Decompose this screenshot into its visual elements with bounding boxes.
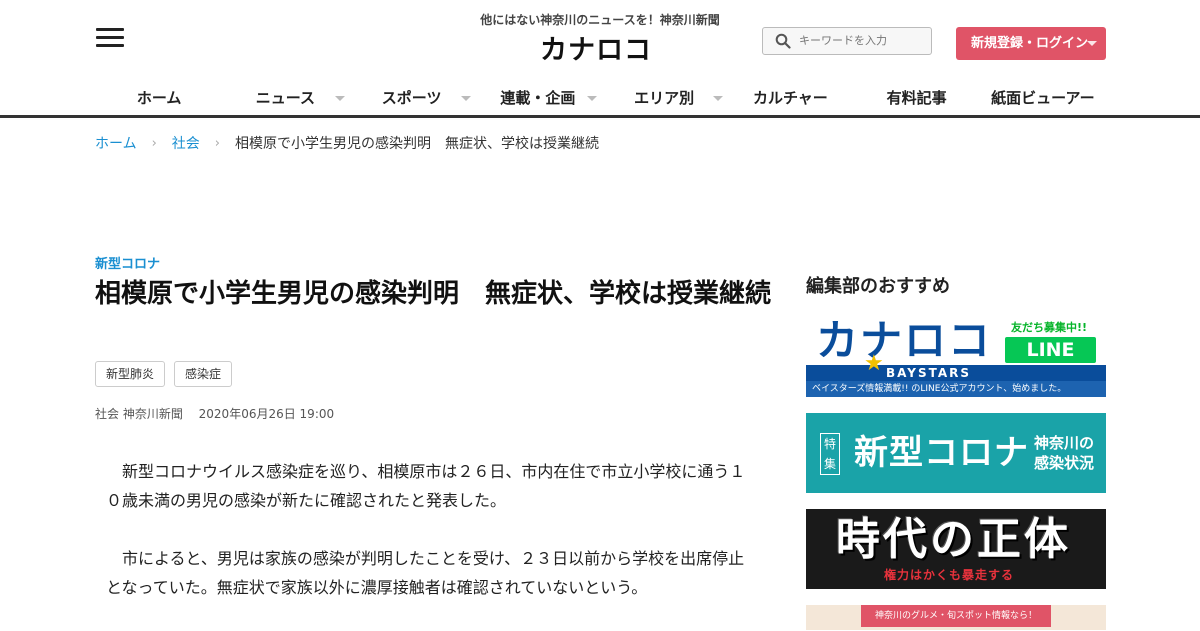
article-tags: 新型肺炎 感染症: [95, 361, 233, 387]
search-icon[interactable]: [775, 33, 791, 49]
tag-infection[interactable]: 感染症: [174, 361, 233, 387]
article-paragraph: 新型コロナウイルス感染症を巡り、相模原市は２６日、市内在住で市立小学校に通う１０…: [106, 462, 746, 510]
banner-kanaloco-logo: カナロコ: [816, 317, 993, 365]
article-title: 相模原で小学生男児の感染判明 無症状、学校は授業継続: [95, 279, 772, 309]
article-date: 2020年06月26日 19:00: [198, 407, 335, 421]
banner-jidai-sub: 権力はかくも暴走する: [884, 568, 1015, 582]
banner-gourmet-strip: 神奈川のグルメ・旬スポット情報なら！: [861, 605, 1051, 627]
banner-friend-text: 友だち募集中!!: [1011, 321, 1088, 334]
nav-item-area[interactable]: エリア別: [601, 80, 727, 116]
banner-jidai-title: 時代の正体: [836, 514, 1071, 565]
chevron-right-icon: ›: [214, 135, 220, 151]
banner-baystars-text: BAYSTARS: [886, 366, 972, 380]
nav-label: エリア別: [634, 89, 695, 107]
nav-label: ニュース: [255, 89, 315, 107]
nav-label: スポーツ: [381, 89, 442, 107]
chevron-down-icon: [1087, 41, 1097, 46]
feature-badge: 特集: [820, 433, 840, 475]
login-button[interactable]: 新規登録・ログイン: [956, 27, 1106, 60]
sidebar-heading: 編集部のおすすめ: [806, 276, 950, 297]
nav-item-series[interactable]: 連載・企画: [475, 80, 601, 116]
nav-item-home[interactable]: ホーム: [96, 80, 222, 116]
nav-item-viewer[interactable]: 紙面ビューアー: [980, 80, 1106, 116]
nav-item-paid[interactable]: 有料記事: [854, 80, 980, 116]
login-button-label: 新規登録・ログイン: [971, 36, 1089, 51]
site-header: 他にはない神奈川のニュースを！神奈川新聞 カナロコ 新規登録・ログイン ホーム …: [0, 0, 1200, 118]
banner-corona-title: 新型コロナ: [854, 433, 1029, 473]
banner-corona[interactable]: 特集 新型コロナ 神奈川の 感染状況: [806, 413, 1106, 493]
article-section: 社会 神奈川新聞: [95, 407, 183, 421]
main-nav: ホーム ニュース スポーツ 連載・企画 エリア別 カルチャー 有料記事 紙面ビュ…: [96, 80, 1106, 116]
article-category[interactable]: 新型コロナ: [95, 253, 160, 272]
dropdown-icon: [460, 96, 471, 101]
breadcrumb-section[interactable]: 社会: [172, 133, 200, 153]
nav-label: 紙面ビューアー: [991, 89, 1095, 107]
chevron-right-icon: ›: [151, 135, 157, 151]
search-input[interactable]: [799, 32, 925, 50]
nav-label: カルチャー: [752, 89, 828, 107]
nav-label: ホーム: [136, 89, 182, 107]
nav-label: 連載・企画: [500, 89, 576, 107]
nav-label: 有料記事: [886, 89, 947, 107]
hamburger-menu-icon[interactable]: [96, 28, 124, 52]
banner-baystars-line[interactable]: カナロコ ★ BAYSTARS 友だち募集中!! LINE ベイスターズ情報満載…: [806, 317, 1106, 397]
breadcrumb-home[interactable]: ホーム: [95, 133, 137, 153]
nav-item-sports[interactable]: スポーツ: [349, 80, 475, 116]
dropdown-icon: [587, 96, 597, 101]
banner-gourmet[interactable]: 神奈川のグルメ・旬スポット情報なら！: [806, 605, 1106, 630]
banner-corona-sub-2: 感染状況: [1034, 454, 1095, 472]
banner-corona-sub: 神奈川の 感染状況: [1034, 433, 1094, 473]
star-icon: ★: [864, 351, 884, 376]
nav-item-culture[interactable]: カルチャー: [727, 80, 853, 116]
banner-jidai-no-shotai[interactable]: 時代の正体 権力はかくも暴走する: [806, 509, 1106, 589]
article-body: 新型コロナウイルス感染症を巡り、相模原市は２６日、市内在住で市立小学校に通う１０…: [106, 457, 754, 631]
article-meta: 社会 神奈川新聞 2020年06月26日 19:00: [95, 405, 346, 422]
banner-strip-text: ベイスターズ情報満載!! のLINE公式アカウント、始めました。: [812, 384, 1067, 394]
dropdown-icon: [713, 96, 724, 101]
breadcrumb: ホーム › 社会 › 相模原で小学生男児の感染判明 無症状、学校は授業継続: [95, 133, 599, 153]
breadcrumb-current: 相模原で小学生男児の感染判明 無症状、学校は授業継続: [235, 136, 599, 152]
search-box[interactable]: [762, 27, 932, 55]
banner-corona-sub-1: 神奈川の: [1034, 434, 1095, 452]
nav-item-news[interactable]: ニュース: [222, 80, 348, 116]
site-logo[interactable]: カナロコ: [540, 34, 652, 68]
site-tagline: 他にはない神奈川のニュースを！神奈川新聞: [480, 13, 720, 27]
dropdown-icon: [334, 96, 345, 101]
article-paragraph: 市によると、男児は家族の感染が判明したことを受け、２３日以前から学校を出席停止と…: [106, 549, 745, 597]
tag-pneumonia[interactable]: 新型肺炎: [95, 361, 166, 387]
line-logo: LINE: [1005, 337, 1096, 363]
